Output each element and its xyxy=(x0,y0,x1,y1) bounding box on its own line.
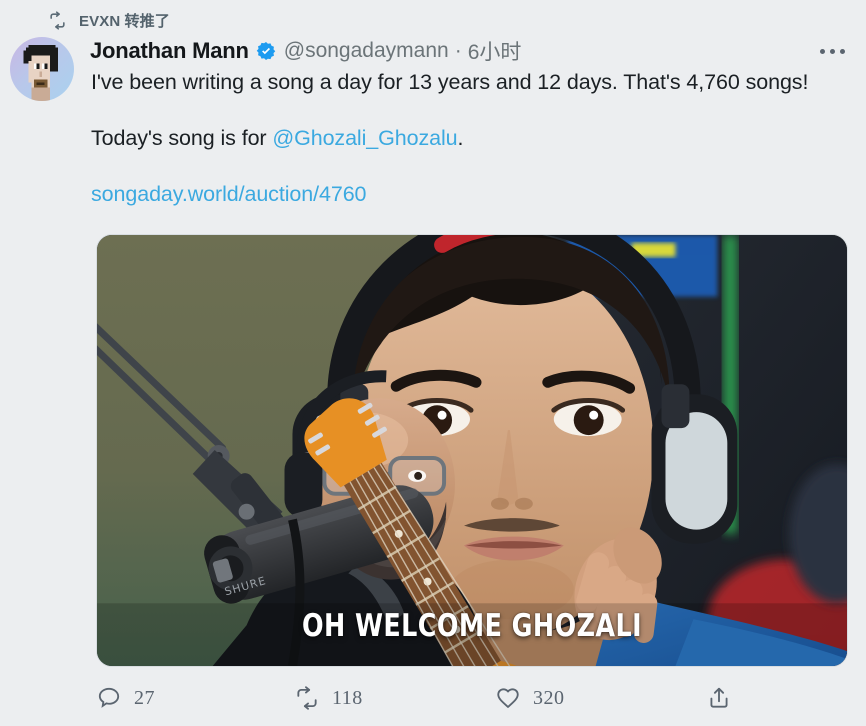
more-options-button[interactable] xyxy=(812,38,852,64)
tweet-text-line-2: Today's song is for @Ghozali_Ghozalu. xyxy=(91,124,851,153)
verified-badge-icon xyxy=(256,42,275,60)
tweet-text: I've been writing a song a day for 13 ye… xyxy=(91,68,851,209)
retweet-context: EVXN 转推了 xyxy=(48,8,170,32)
author-display-name[interactable]: Jonathan Mann xyxy=(90,38,249,64)
timestamp[interactable]: 6小时 xyxy=(468,36,522,66)
cryptopunk-avatar-icon xyxy=(23,45,58,101)
retweet-context-label: EVXN 转推了 xyxy=(79,12,170,30)
reply-button[interactable]: 27 xyxy=(96,678,155,718)
tweet-text-line-2-prefix: Today's song is for xyxy=(91,126,273,150)
author-row: Jonathan Mann @songadaymann · 6小时 xyxy=(90,36,521,66)
tweet-text-line-2-suffix: . xyxy=(457,126,464,150)
heart-icon xyxy=(497,688,519,708)
more-horizontal-icon-dot xyxy=(829,48,835,54)
retweet-icon xyxy=(297,686,317,710)
action-bar: 27 118 320 xyxy=(96,678,836,718)
author-handle[interactable]: @songadaymann xyxy=(284,39,449,63)
tweet-card: EVXN 转推了 Jonathan Mann @songadaymann · 6… xyxy=(0,0,866,726)
reply-icon xyxy=(98,687,120,708)
external-link[interactable]: songaday.world/auction/4760 xyxy=(91,182,367,206)
media-preview[interactable]: SHURE OH WELCOME GHOZALI xyxy=(96,234,848,667)
retweet-button[interactable]: 118 xyxy=(294,678,363,718)
like-count: 320 xyxy=(533,686,565,709)
tweet-text-line-3: songaday.world/auction/4760 xyxy=(91,180,851,209)
mention-link[interactable]: @Ghozali_Ghozalu xyxy=(272,126,457,150)
more-horizontal-icon-dot xyxy=(819,48,825,54)
like-button[interactable]: 320 xyxy=(495,678,565,718)
share-button[interactable] xyxy=(706,678,744,718)
retweet-icon xyxy=(50,10,65,30)
avatar[interactable] xyxy=(10,37,74,101)
media-thumbnail-image: SHURE xyxy=(97,235,847,666)
retweet-count: 118 xyxy=(332,686,363,709)
reply-count: 27 xyxy=(134,686,155,709)
more-horizontal-icon-dot xyxy=(839,48,845,54)
separator-dot: · xyxy=(454,39,462,62)
share-icon xyxy=(710,687,728,708)
tweet-text-line-1: I've been writing a song a day for 13 ye… xyxy=(91,70,809,94)
